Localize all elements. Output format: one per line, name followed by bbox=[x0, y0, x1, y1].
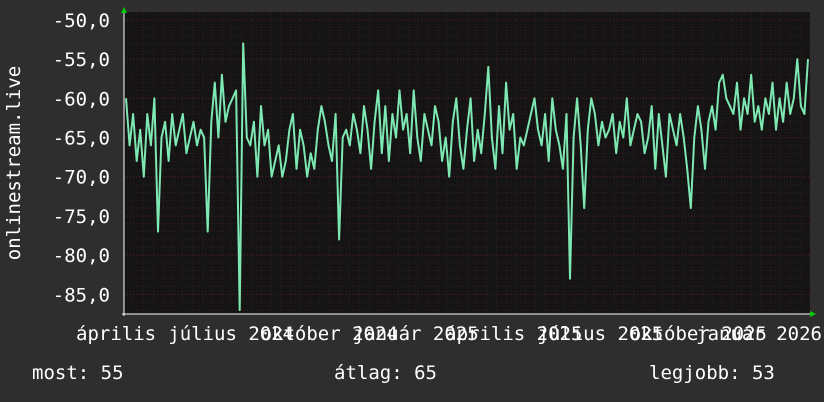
y-tick-label: -80,0 bbox=[53, 245, 110, 267]
y-tick-label: -85,0 bbox=[53, 284, 110, 306]
y-tick-label: -70,0 bbox=[53, 167, 110, 189]
line-chart: -50,0 -55,0 -60,0 -65,0 -70,0 -75,0 -80,0 -85,0… bbox=[3, 7, 822, 345]
y-axis-label: onlinestream.live bbox=[3, 66, 25, 260]
footer-best: legjobb: 53 bbox=[649, 362, 775, 384]
y-axis-arrow bbox=[121, 7, 127, 13]
y-axis-ticks: -50,0 -55,0 -60,0 -65,0 -70,0 -75,0 -80,0 -85,0 bbox=[53, 10, 110, 307]
x-tick-label: január 2026 bbox=[696, 323, 822, 345]
footer-average: átlag: 65 bbox=[334, 362, 437, 384]
x-axis-ticks: április július 2024október 2024január 202… bbox=[76, 323, 822, 345]
x-axis-arrow bbox=[810, 311, 816, 317]
footer-now: most: 55 bbox=[32, 362, 124, 384]
y-tick-label: -75,0 bbox=[53, 206, 110, 228]
y-tick-label: -55,0 bbox=[53, 49, 110, 71]
y-tick-label: -65,0 bbox=[53, 128, 110, 150]
y-tick-label: -60,0 bbox=[53, 88, 110, 110]
x-tick-label: április bbox=[76, 323, 156, 345]
y-tick-label: -50,0 bbox=[53, 10, 110, 32]
